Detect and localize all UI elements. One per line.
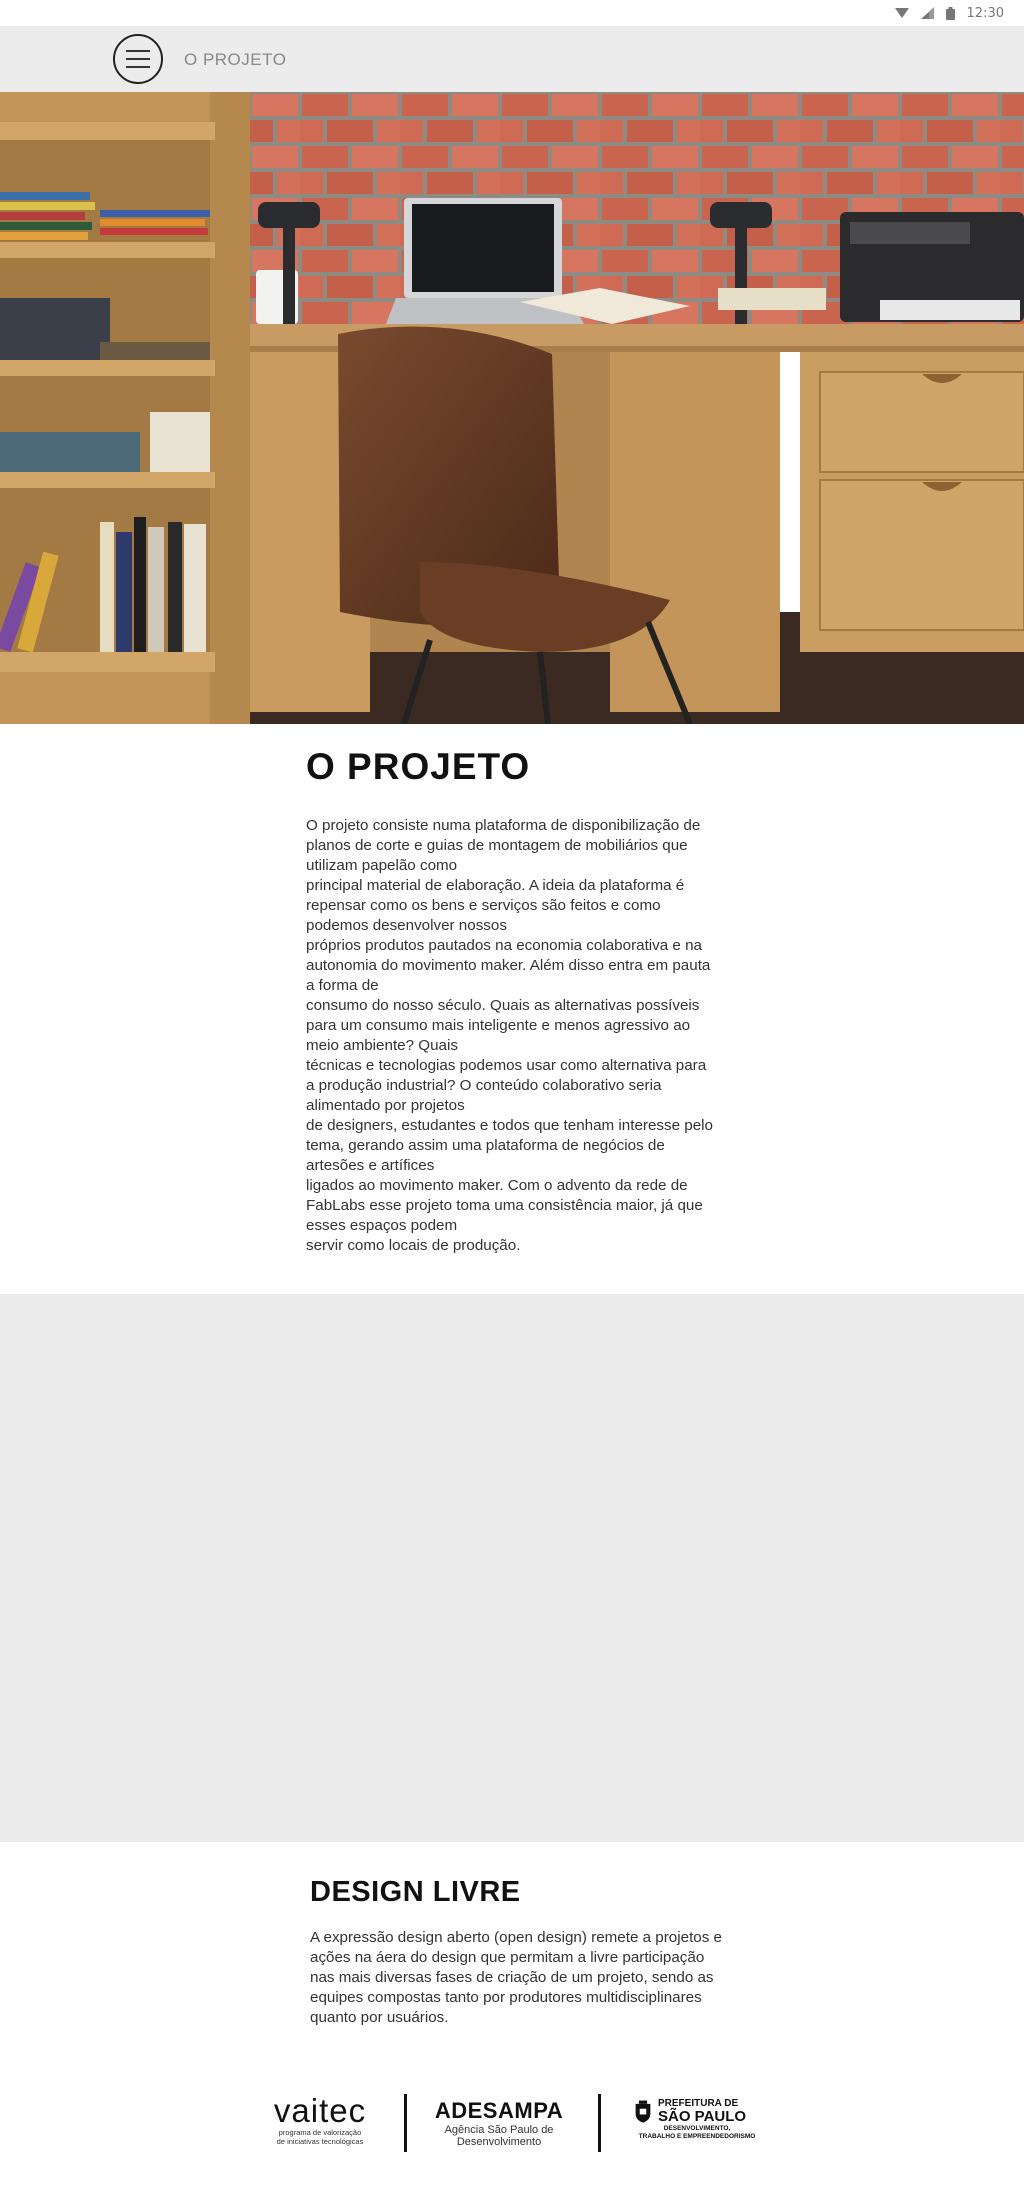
wifi-icon (894, 8, 909, 18)
design-livre-title: DESIGN LIVRE (310, 1876, 521, 1908)
projeto-paragraph-line: ligados ao movimento maker. Com o advent… (306, 1177, 703, 1234)
adesampa-logo-name: ADESAMPA (434, 2098, 564, 2123)
design-livre-body: A expressão design aberto (open design) … (310, 1929, 723, 2026)
vaitec-tagline-2: de iniciativas tecnológicas (276, 2137, 364, 2146)
prefeitura-sp-logo[interactable]: PREFEITURA DE SÃO PAULO DESENVOLVIMENTO,… (634, 2098, 762, 2141)
vaitec-logo[interactable]: vaitec programa de valorização de inicia… (262, 2092, 378, 2147)
battery-icon (945, 6, 955, 20)
projeto-title: O PROJETO (306, 746, 531, 787)
vaitec-tagline-1: programa de valorização (278, 2128, 362, 2137)
hamburger-icon-line (126, 58, 150, 60)
footer: vaitec programa de valorização de inicia… (0, 2072, 1024, 2188)
cardboard-desk-illustration (0, 92, 1024, 724)
hamburger-icon-line (126, 66, 150, 68)
prefeitura-line-3: DESENVOLVIMENTO, (663, 2125, 731, 2132)
footer-divider (598, 2094, 601, 2152)
media-placeholder (0, 1294, 1024, 1842)
status-bar: 12:30 (0, 0, 1024, 26)
adesampa-tagline-1: Agência São Paulo de (444, 2124, 554, 2136)
projeto-section: O PROJETO O projeto consiste numa plataf… (0, 724, 1024, 1294)
prefeitura-line-4: TRABALHO E EMPREENDEDORISMO (638, 2133, 756, 2140)
projeto-paragraph-line: próprios produtos pautados na economia c… (306, 937, 711, 994)
menu-button[interactable] (113, 34, 163, 84)
prefeitura-line-2: SÃO PAULO (658, 2108, 747, 2125)
footer-divider (404, 2094, 407, 2152)
vaitec-logo-name: vaitec (273, 2092, 367, 2129)
projeto-paragraph-line: de designers, estudantes e todos que ten… (306, 1117, 713, 1174)
projeto-paragraph-line: técnicas e tecnologias podemos usar como… (306, 1057, 707, 1114)
signal-icon (920, 7, 934, 19)
city-crest-icon (635, 2100, 651, 2123)
adesampa-logo[interactable]: ADESAMPA Agência São Paulo de Desenvolvi… (424, 2098, 574, 2148)
projeto-paragraph-line: O projeto consiste numa plataforma de di… (306, 817, 701, 874)
projeto-body: O projeto consiste numa plataforma de di… (306, 816, 716, 1256)
projeto-paragraph-line: principal material de elaboração. A idei… (306, 877, 685, 934)
status-time: 12:30 (966, 5, 1004, 21)
design-livre-section: DESIGN LIVRE A expressão design aberto (… (0, 1842, 1024, 2072)
hamburger-icon-line (126, 50, 150, 52)
adesampa-tagline-2: Desenvolvimento (456, 2136, 542, 2148)
app-bar-title: O PROJETO (184, 50, 287, 69)
projeto-paragraph-line: consumo do nosso século. Quais as altern… (306, 997, 700, 1054)
app-bar: O PROJETO (0, 26, 1024, 92)
hero-image (0, 92, 1024, 724)
projeto-paragraph-line: servir como locais de produção. (306, 1237, 521, 1254)
